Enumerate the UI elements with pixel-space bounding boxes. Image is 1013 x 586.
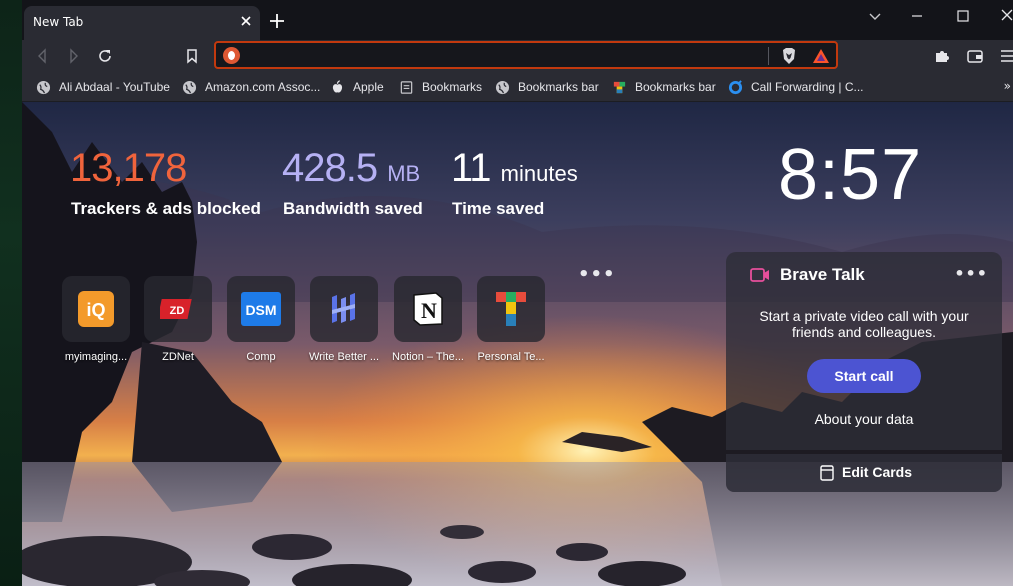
bookmark-item[interactable]: Apple — [330, 78, 384, 96]
tab-new-tab[interactable]: New Tab — [24, 6, 260, 40]
about-your-data-link[interactable]: About your data — [726, 411, 1002, 427]
tab-title: New Tab — [33, 15, 84, 29]
tab-search-chevron-icon[interactable] — [864, 6, 886, 26]
write-better-icon — [332, 293, 355, 323]
bandwidth-saved-value: 428.5 MB — [282, 146, 421, 190]
video-camera-icon — [750, 268, 769, 282]
new-tab-button[interactable] — [268, 12, 286, 30]
svg-text:iQ: iQ — [86, 300, 105, 320]
svg-text:DSM: DSM — [245, 302, 276, 318]
desktop-background — [0, 0, 22, 586]
bookmark-item[interactable]: Bookmarks bar — [612, 78, 716, 96]
menu-icon[interactable] — [998, 46, 1013, 66]
svg-text:N: N — [421, 298, 437, 323]
brave-talk-description: Start a private video call with your fri… — [759, 308, 969, 340]
reload-icon[interactable] — [95, 46, 115, 66]
bookmark-item[interactable]: Amazon.com Assoc... — [182, 78, 320, 96]
extensions-icon[interactable] — [932, 46, 952, 66]
top-site-tile[interactable]: ZD ZDNet — [138, 276, 218, 363]
globe-icon — [182, 80, 197, 94]
svg-text:ZD: ZD — [170, 305, 185, 317]
back-icon[interactable] — [32, 46, 52, 66]
address-bar[interactable] — [214, 41, 838, 69]
forward-icon[interactable] — [64, 46, 84, 66]
top-site-label: Comp — [246, 351, 276, 363]
top-site-tile[interactable]: Write Better ... — [304, 276, 384, 363]
top-site-label: Write Better ... — [308, 351, 380, 363]
time-saved-label: Time saved — [452, 199, 545, 218]
start-call-button[interactable]: Start call — [807, 359, 921, 393]
zdnet-icon: ZD — [160, 299, 192, 319]
brave-shields-icon[interactable] — [780, 46, 798, 66]
toolbar — [22, 40, 1013, 72]
bookmark-item[interactable]: Ali Abdaal - YouTube — [36, 78, 170, 96]
edit-cards-icon — [820, 465, 834, 481]
ring-icon — [728, 79, 743, 94]
wallet-icon[interactable] — [965, 46, 985, 66]
clock: 8:57 — [778, 135, 923, 215]
globe-icon — [36, 80, 51, 94]
duckduckgo-icon — [223, 47, 240, 64]
bookmark-item[interactable]: Bookmarks — [399, 78, 482, 96]
top-site-tile[interactable]: Personal Te... — [471, 276, 551, 363]
dsm-icon: DSM — [241, 292, 281, 326]
close-tab-icon[interactable] — [238, 13, 254, 29]
top-site-tile[interactable]: iQ myimaging... — [56, 276, 136, 363]
personal-te-icon — [496, 292, 526, 326]
trackers-blocked-label: Trackers & ads blocked — [71, 199, 261, 218]
window-close-icon[interactable] — [996, 6, 1013, 26]
bookmark-item[interactable]: Bookmarks bar — [495, 78, 599, 96]
top-site-tile[interactable]: DSM Comp — [221, 276, 301, 363]
brave-rewards-icon[interactable] — [812, 47, 830, 65]
bandwidth-saved-label: Bandwidth saved — [283, 199, 423, 218]
url-divider — [768, 47, 769, 65]
bookmarks-bar: Ali Abdaal - YouTube Amazon.com Assoc...… — [22, 72, 1013, 102]
brave-talk-title: Brave Talk — [780, 265, 865, 284]
top-site-label: ZDNet — [162, 351, 194, 363]
title-bar: New Tab — [22, 0, 1013, 40]
top-site-label: myimaging... — [64, 351, 128, 363]
top-site-tile[interactable]: N Notion – The... — [388, 276, 468, 363]
top-sites-menu-button[interactable]: ••• — [578, 264, 616, 285]
color-grid-icon — [613, 81, 626, 93]
trackers-blocked-count: 13,178 — [70, 146, 187, 190]
bookmark-icon[interactable] — [182, 46, 202, 66]
edit-cards-button[interactable]: Edit Cards — [726, 454, 1002, 492]
maximize-icon[interactable] — [952, 6, 974, 26]
new-tab-page: 13,178 Trackers & ads blocked 428.5 MB B… — [22, 102, 1013, 586]
top-site-label: Notion – The... — [392, 351, 464, 363]
brave-talk-menu-button[interactable]: ••• — [954, 264, 988, 283]
bookmark-item[interactable]: Call Forwarding | C... — [728, 78, 863, 96]
bookmarks-overflow-button[interactable]: » — [1004, 79, 1011, 93]
notion-icon: N — [413, 292, 443, 326]
edit-cards-label: Edit Cards — [842, 464, 913, 480]
top-site-label: Personal Te... — [477, 351, 545, 363]
page-icon — [400, 80, 413, 94]
globe-icon — [495, 80, 510, 94]
minimize-icon[interactable] — [906, 6, 928, 26]
time-saved-value: 11 minutes — [451, 146, 578, 190]
browser-window: New Tab Ali Abdaal - YouTube Amazon.com … — [22, 0, 1013, 586]
iq-icon: iQ — [78, 291, 114, 327]
brave-talk-card: Brave Talk ••• Start a private video cal… — [726, 252, 1002, 450]
apple-icon — [332, 79, 343, 93]
